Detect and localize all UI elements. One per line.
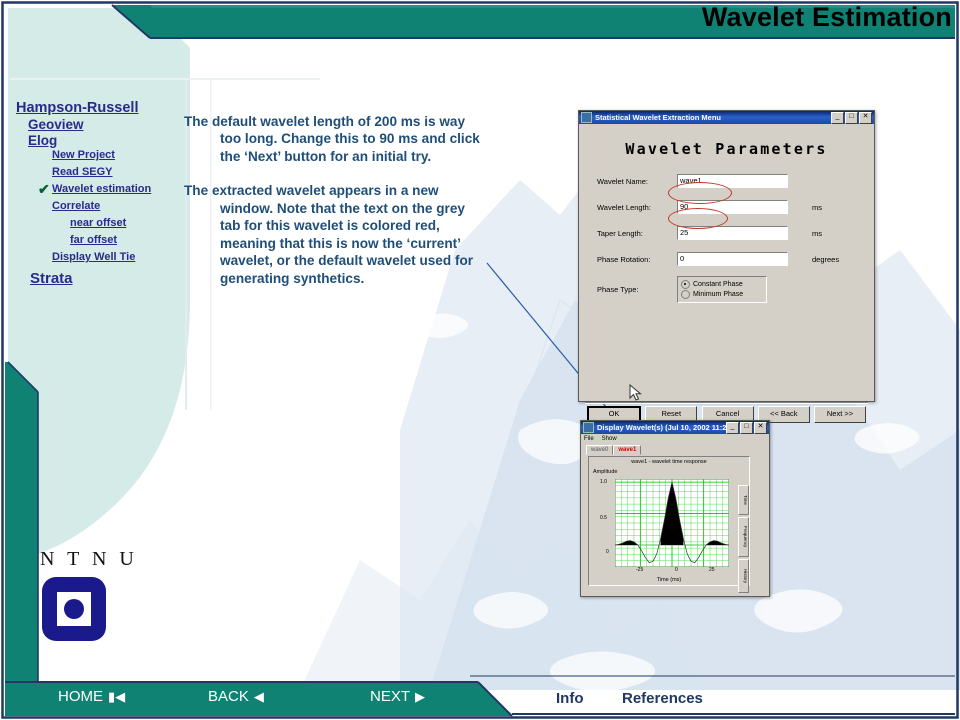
maximize-icon[interactable]: □ <box>845 111 858 124</box>
display-wavelets-window[interactable]: Display Wavelet(s) (Jul 10, 2002 11:24) … <box>580 420 770 597</box>
phase-type-label: Phase Type: <box>597 285 639 294</box>
wavelet-plot-panel: wave1 - wavelet time response Amplitude … <box>588 456 750 593</box>
highlight-ellipse-wavelet-length <box>668 182 732 204</box>
field-unit: degrees <box>812 254 840 264</box>
radio-icon[interactable] <box>681 290 690 299</box>
dialog-title: Statistical Wavelet Extraction Menu <box>595 113 722 122</box>
dialog-body: Wavelet Parameters Wavelet Name: wave1 W… <box>579 140 874 430</box>
dialog-heading: Wavelet Parameters <box>625 140 828 158</box>
close-icon[interactable]: ✕ <box>754 421 767 434</box>
field-wavelet-name[interactable]: Wavelet Name: wave1 <box>597 172 874 190</box>
field-label: Wavelet Name: <box>597 176 648 186</box>
xtick-neg25: -25 <box>636 567 644 573</box>
chart-xlabel: Time (ms) <box>656 577 682 583</box>
next-button[interactable]: Next >> <box>814 406 866 423</box>
chart-title: wave1 - wavelet time response <box>631 459 707 465</box>
minimize-icon[interactable]: _ <box>831 111 844 124</box>
divider <box>585 402 868 404</box>
field-phase-rotation[interactable]: Phase Rotation: 0 degrees <box>597 250 874 268</box>
window-controls[interactable]: _ □ ✕ <box>831 111 873 124</box>
ytick-1: 1.0 <box>600 479 607 485</box>
radio-constant-phase[interactable]: Constant Phase <box>681 280 763 289</box>
side-tab-history[interactable]: History <box>738 559 749 593</box>
side-tab-time[interactable]: Time <box>738 485 749 515</box>
field-label: Taper Length: <box>597 228 643 238</box>
display-titlebar: Display Wavelet(s) (Jul 10, 2002 11:24) … <box>581 421 769 434</box>
side-tab-frequency[interactable]: Frequency <box>738 517 749 557</box>
radio-label: Minimum Phase <box>693 291 744 298</box>
radio-label: Constant Phase <box>693 281 743 288</box>
mouse-cursor-icon <box>629 384 642 401</box>
field-label: Phase Rotation: <box>597 254 651 264</box>
phase-rotation-input[interactable]: 0 <box>677 252 788 266</box>
field-wavelet-length[interactable]: Wavelet Length: 90 ms <box>597 198 874 216</box>
phase-type-group[interactable]: Phase Type: Constant Phase Minimum Phase <box>597 276 874 303</box>
chart-ylabel: Amplitude <box>593 469 618 475</box>
field-label: Wavelet Length: <box>597 202 651 212</box>
radio-minimum-phase[interactable]: Minimum Phase <box>681 290 763 299</box>
field-unit: ms <box>812 228 822 238</box>
dialog-titlebar: Statistical Wavelet Extraction Menu _ □ … <box>579 111 874 124</box>
field-taper-length[interactable]: Taper Length: 25 ms <box>597 224 874 242</box>
wavelet-parameters-dialog[interactable]: Statistical Wavelet Extraction Menu _ □ … <box>578 110 875 425</box>
app-icon <box>583 422 594 433</box>
slide-canvas: Wavelet Estimation Hampson-Russell Geovi… <box>0 0 960 720</box>
display-menubar[interactable]: File Show <box>581 434 769 443</box>
close-icon[interactable]: ✕ <box>859 111 872 124</box>
xtick-0: 0 <box>675 567 678 573</box>
xtick-25: 25 <box>709 567 715 573</box>
radio-icon[interactable] <box>681 280 690 289</box>
highlight-ellipse-taper-length <box>668 208 728 229</box>
tab-wave1[interactable]: wave1 <box>613 445 642 455</box>
tab-wave0[interactable]: wave0 <box>586 445 614 455</box>
minimize-icon[interactable]: _ <box>726 421 739 434</box>
wavelet-chart <box>615 479 729 567</box>
menu-file[interactable]: File <box>584 436 594 442</box>
ytick-05: 0.5 <box>600 515 607 521</box>
plot-side-tabs[interactable]: Time Frequency History <box>738 485 749 595</box>
maximize-icon[interactable]: □ <box>740 421 753 434</box>
app-icon <box>581 112 592 123</box>
display-title: Display Wavelet(s) (Jul 10, 2002 11:24) <box>597 423 726 432</box>
field-unit: ms <box>812 202 822 212</box>
ytick-0: 0 <box>606 549 609 555</box>
phase-type-options[interactable]: Constant Phase Minimum Phase <box>677 276 767 303</box>
menu-show[interactable]: Show <box>602 436 617 442</box>
window-controls[interactable]: _ □ ✕ <box>726 421 768 434</box>
wavelet-tabstrip[interactable]: wave0 wave1 <box>581 443 769 455</box>
